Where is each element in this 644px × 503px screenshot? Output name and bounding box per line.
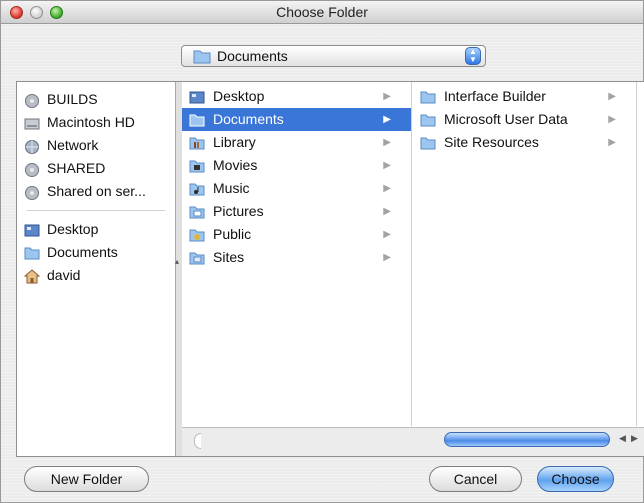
column-item-pictures[interactable]: Pictures ▶ (182, 200, 411, 223)
sidebar-item-builds[interactable]: BUILDS (17, 88, 175, 111)
sidebar-item-label: Macintosh HD (47, 114, 135, 130)
chevron-right-icon: ▶ (383, 229, 391, 240)
scroll-track-start (194, 433, 201, 449)
sidebar-item-network[interactable]: Network (17, 134, 175, 157)
cancel-button[interactable]: Cancel (429, 466, 522, 492)
chevron-right-icon: ▶ (383, 252, 391, 263)
browser-column-2: Interface Builder ▶ Microsoft User Data … (413, 82, 637, 426)
splitter-handle-icon[interactable]: ▴ (175, 257, 179, 266)
location-popup[interactable]: Documents ▲ ▼ (181, 45, 486, 67)
column-item-sites[interactable]: Sites ▶ (182, 246, 411, 269)
network-disk-icon (24, 161, 40, 177)
sidebar-item-documents[interactable]: Documents (17, 241, 175, 264)
sidebar-item-david[interactable]: david (17, 264, 175, 287)
browser-column-1: Desktop ▶ Documents ▶ Library ▶ Movies ▶… (182, 82, 412, 426)
column-item-label: Site Resources (444, 134, 539, 150)
network-disk-icon (24, 184, 40, 200)
music-folder-icon (189, 181, 205, 196)
column-item-label: Interface Builder (444, 88, 546, 104)
new-folder-button[interactable]: New Folder (24, 466, 149, 492)
window-title: Choose Folder (276, 4, 368, 20)
scroll-left-arrow-icon[interactable]: ◀ (619, 433, 626, 444)
sidebar: BUILDS Macintosh HD Network SHARED Share… (17, 82, 176, 456)
folder-icon (420, 135, 436, 150)
folder-icon (420, 112, 436, 127)
sidebar-item-label: Shared on ser... (47, 183, 146, 199)
network-disk-icon (24, 92, 40, 108)
location-popup-value: Documents (217, 48, 288, 64)
sidebar-item-label: BUILDS (47, 91, 98, 107)
column-item-site-resources[interactable]: Site Resources ▶ (413, 131, 636, 154)
folder-icon (24, 245, 40, 260)
movies-folder-icon (189, 158, 205, 173)
column-item-desktop[interactable]: Desktop ▶ (182, 85, 411, 108)
column-item-public[interactable]: Public ▶ (182, 223, 411, 246)
sidebar-item-label: Desktop (47, 221, 99, 237)
file-browser: BUILDS Macintosh HD Network SHARED Share… (16, 81, 644, 457)
folder-icon (193, 49, 211, 69)
column-item-label: Music (213, 180, 250, 196)
sidebar-item-label: david (47, 267, 81, 283)
column-item-label: Microsoft User Data (444, 111, 568, 127)
sidebar-item-macintosh-hd[interactable]: Macintosh HD (17, 111, 175, 134)
folder-icon (189, 112, 205, 127)
network-globe-icon (24, 138, 40, 154)
column-item-label: Desktop (213, 88, 265, 104)
column-item-label: Documents (213, 111, 284, 127)
home-icon (23, 268, 41, 284)
column-item-microsoft-user-data[interactable]: Microsoft User Data ▶ (413, 108, 636, 131)
column-item-label: Pictures (213, 203, 264, 219)
column-item-library[interactable]: Library ▶ (182, 131, 411, 154)
choose-folder-dialog: Choose Folder Documents ▲ ▼ BUILDS Macint… (0, 0, 644, 503)
sites-folder-icon (189, 250, 205, 265)
sidebar-item-shared[interactable]: SHARED (17, 157, 175, 180)
sidebar-item-label: SHARED (47, 160, 106, 176)
column-item-label: Public (213, 226, 252, 242)
library-folder-icon (189, 135, 205, 150)
popup-stepper-icon: ▲ ▼ (465, 47, 481, 65)
sidebar-divider (27, 210, 165, 211)
public-folder-icon (189, 227, 205, 242)
chevron-right-icon: ▶ (383, 160, 391, 171)
horizontal-scrollbar[interactable]: ◀ ▶ (182, 427, 644, 456)
chevron-right-icon: ▶ (608, 91, 616, 102)
desktop-icon (24, 222, 40, 237)
desktop-icon (189, 89, 205, 104)
column-item-documents[interactable]: Documents ▶ (182, 108, 411, 131)
title-bar: Choose Folder (1, 1, 643, 24)
sidebar-item-label: Network (47, 137, 99, 153)
chevron-right-icon: ▶ (383, 183, 391, 194)
column-item-label: Movies (213, 157, 258, 173)
hard-drive-icon (24, 115, 40, 130)
chevron-right-icon: ▶ (383, 137, 391, 148)
chevron-right-icon: ▶ (383, 114, 391, 125)
sidebar-item-label: Documents (47, 244, 118, 260)
choose-button[interactable]: Choose (537, 466, 614, 492)
column-item-label: Library (213, 134, 256, 150)
pictures-folder-icon (189, 204, 205, 219)
scroll-thumb[interactable] (444, 432, 610, 447)
column-item-movies[interactable]: Movies ▶ (182, 154, 411, 177)
scroll-right-arrow-icon[interactable]: ▶ (631, 433, 638, 444)
sidebar-item-desktop[interactable]: Desktop (17, 218, 175, 241)
chevron-right-icon: ▶ (608, 114, 616, 125)
column-item-music[interactable]: Music ▶ (182, 177, 411, 200)
sidebar-item-shared-on-server[interactable]: Shared on ser... (17, 180, 175, 203)
chevron-right-icon: ▶ (383, 91, 391, 102)
column-item-interface-builder[interactable]: Interface Builder ▶ (413, 85, 636, 108)
column-item-label: Sites (213, 249, 245, 265)
chevron-right-icon: ▶ (383, 206, 391, 217)
folder-icon (420, 89, 436, 104)
chevron-right-icon: ▶ (608, 137, 616, 148)
